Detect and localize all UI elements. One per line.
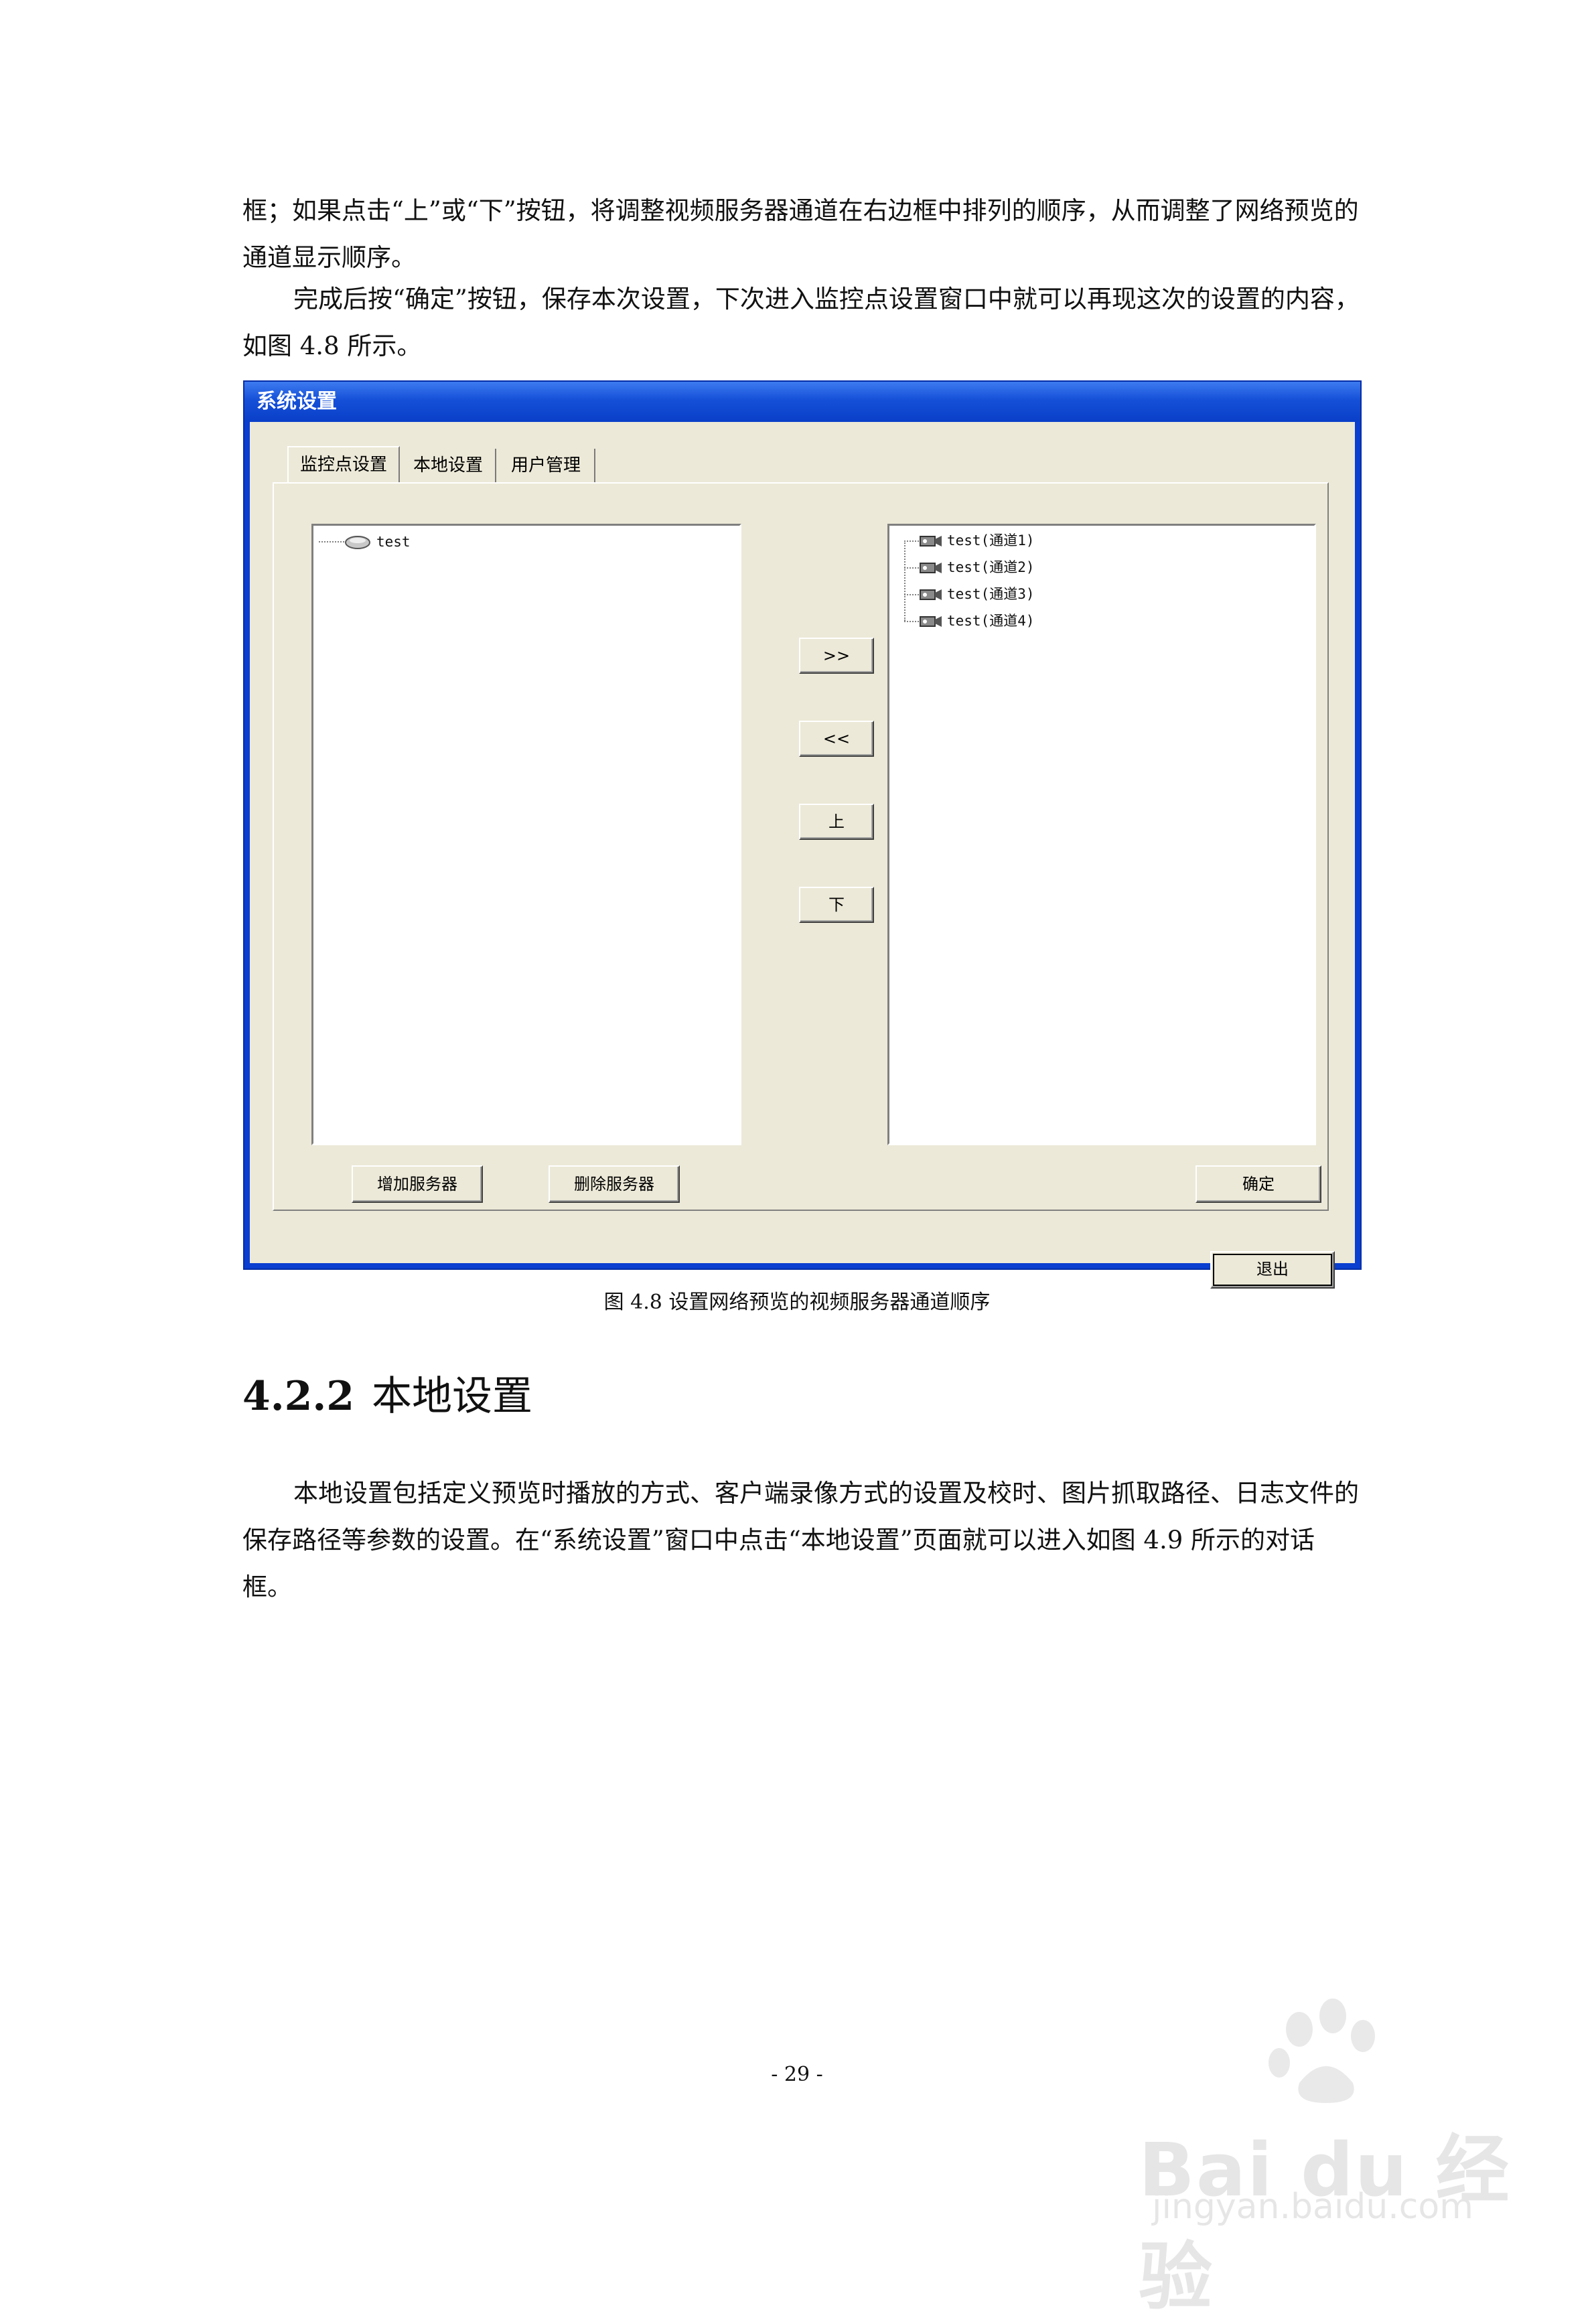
- baidu-watermark: Bai du 经验 jingyan.baidu.com: [1125, 1996, 1540, 2320]
- tree-item-label: test(通道4): [947, 613, 1035, 629]
- add-all-button[interactable]: >>: [799, 638, 874, 674]
- watermark-url: jingyan.baidu.com: [1152, 2187, 1473, 2227]
- camera-icon: [920, 563, 942, 573]
- tree-item-channel[interactable]: test(通道4): [919, 607, 1035, 634]
- tab-user-management[interactable]: 用户管理: [498, 449, 595, 482]
- add-server-button[interactable]: 增加服务器: [352, 1165, 483, 1203]
- tab-monitor-point-settings[interactable]: 监控点设置: [287, 446, 400, 484]
- tree-item-label: test(通道1): [947, 532, 1035, 549]
- dialog-title: 系统设置: [244, 382, 1360, 422]
- tree-item-channel[interactable]: test(通道1): [919, 527, 1035, 554]
- paragraph-1: 框；如果点击“上”或“下”按钮，将调整视频服务器通道在右边框中排列的顺序，从而调…: [242, 196, 1359, 272]
- tree-item-label: test(通道2): [947, 559, 1035, 575]
- camera-icon: [920, 536, 942, 547]
- tree-item-channel[interactable]: test(通道3): [919, 581, 1035, 607]
- confirm-button[interactable]: 确定: [1196, 1165, 1321, 1203]
- camera-icon: [920, 616, 942, 627]
- tree-item-label: test: [376, 534, 411, 550]
- tree-item-label: test(通道3): [947, 586, 1035, 602]
- tab-local-settings[interactable]: 本地设置: [401, 449, 496, 482]
- tree-item-server[interactable]: test: [344, 528, 411, 555]
- camera-icon: [920, 589, 942, 600]
- paragraph-2: 完成后按“确定”按钮，保存本次设置，下次进入监控点设置窗口中就可以再现这次的设置…: [242, 285, 1360, 360]
- move-down-button[interactable]: 下: [799, 887, 874, 923]
- remove-all-button[interactable]: <<: [799, 721, 874, 757]
- paragraph-3: 本地设置包括定义预览时播放的方式、客户端录像方式的设置及校时、图片抓取路径、日志…: [242, 1479, 1359, 1601]
- section-title: 本地设置: [372, 1373, 533, 1420]
- figure-caption: 图 4.8 设置网络预览的视频服务器通道顺序: [603, 1291, 991, 1314]
- paw-icon: [1269, 1999, 1375, 2103]
- section-number: 4.2.2: [242, 1373, 355, 1420]
- move-up-button[interactable]: 上: [799, 804, 874, 840]
- exit-button[interactable]: 退出: [1210, 1251, 1335, 1289]
- server-icon: [345, 536, 370, 549]
- delete-server-button[interactable]: 删除服务器: [549, 1165, 680, 1203]
- tree-item-channel[interactable]: test(通道2): [919, 554, 1035, 581]
- tab-panel: test >> << 上 下 test(通道1) test(通道2) test(…: [273, 482, 1329, 1211]
- channel-tree[interactable]: test(通道1) test(通道2) test(通道3) test(通道4): [887, 524, 1316, 1145]
- dialog-client-area: 监控点设置 本地设置 用户管理 test >> << 上 下 test(通道1)…: [250, 422, 1355, 1289]
- system-settings-dialog: 系统设置 监控点设置 本地设置 用户管理 test >> << 上 下 test…: [243, 380, 1362, 1289]
- section-heading: 4.2.2 本地设置: [242, 1370, 532, 1423]
- server-tree[interactable]: test: [311, 524, 741, 1145]
